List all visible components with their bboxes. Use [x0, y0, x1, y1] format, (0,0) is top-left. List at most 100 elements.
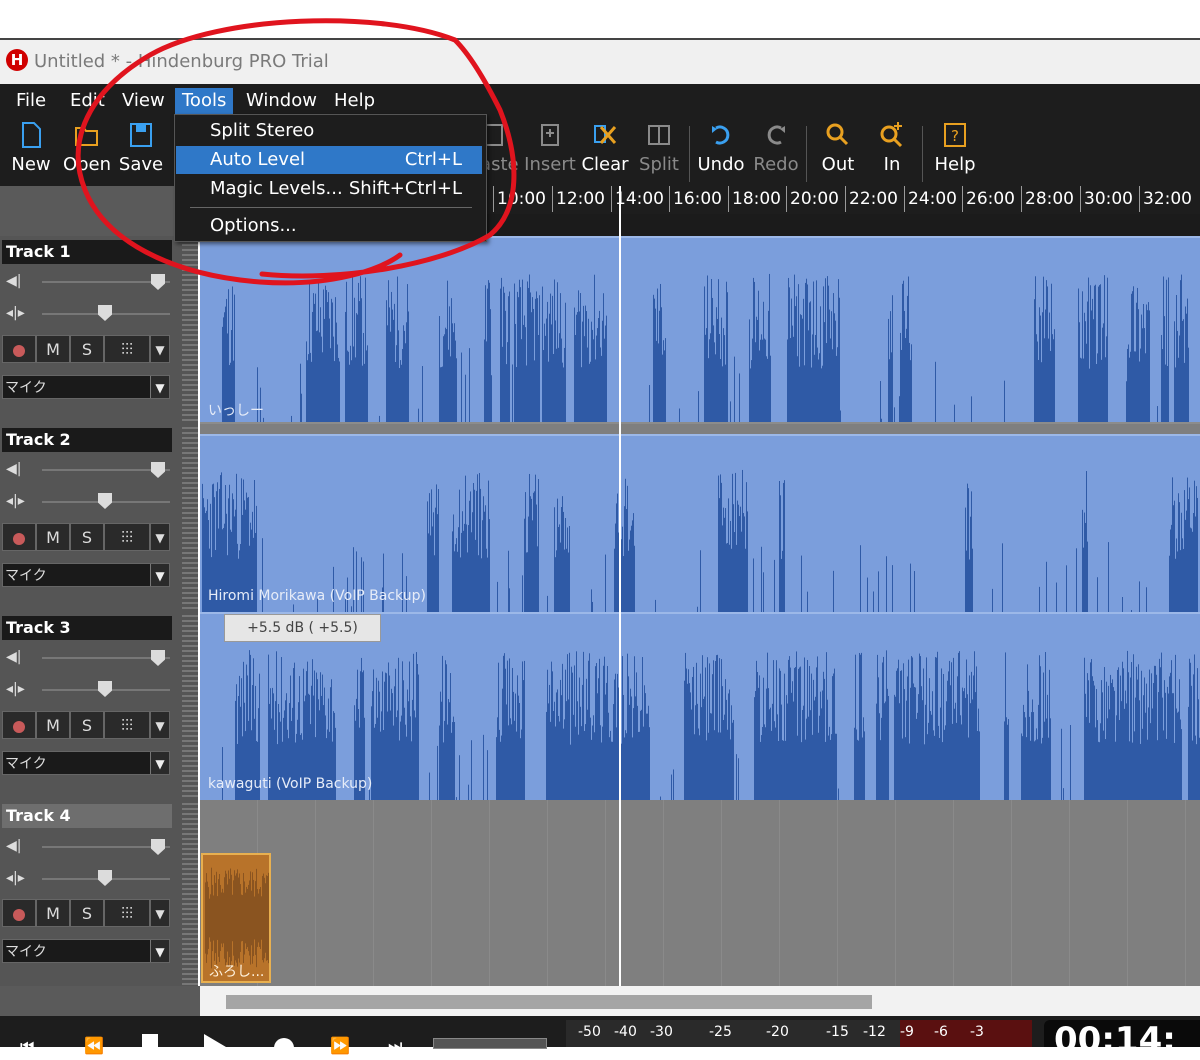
volume-slider[interactable] — [42, 469, 170, 471]
track-4-input-select[interactable]: マイク ▼ — [2, 939, 170, 963]
insert-icon — [541, 124, 559, 146]
solo-button[interactable]: S — [70, 711, 104, 739]
menu-view[interactable]: View — [115, 88, 172, 114]
track-4-clip[interactable]: ふろし... — [201, 853, 271, 983]
timecode-display: 00:14: — [1044, 1020, 1200, 1047]
insert-button[interactable]: Insert — [524, 120, 576, 184]
menu-item-magic-levels[interactable]: Magic Levels... Shift+Ctrl+L — [176, 175, 482, 203]
chevron-down-icon[interactable]: ▼ — [150, 752, 169, 774]
ruler-corner — [0, 186, 200, 236]
scrollbar-thumb[interactable] — [226, 995, 872, 1009]
meter-scale-label: -6 — [934, 1024, 948, 1040]
volume-slider[interactable] — [42, 657, 170, 659]
menu-item-options[interactable]: Options... — [176, 212, 482, 240]
track-3-name[interactable]: Track 3 — [2, 616, 172, 640]
track-1-drag-handle[interactable] — [182, 236, 198, 424]
track-2-drag-handle[interactable] — [182, 424, 198, 612]
clip-label: Hiromi Morikawa (VoIP Backup) — [208, 588, 426, 604]
menu-file[interactable]: File — [9, 88, 53, 114]
fx-mixer-button[interactable]: ⫶⫶⫶ — [104, 523, 150, 551]
level-meter-red-zone — [900, 1020, 1032, 1047]
track-4-name[interactable]: Track 4 — [2, 804, 172, 828]
help-button[interactable]: ? Help — [930, 120, 980, 184]
track-menu-button[interactable]: ▼ — [150, 899, 170, 927]
ruler-tick: 28:00 — [1021, 186, 1074, 212]
mute-button[interactable]: M — [36, 523, 70, 551]
track-menu-button[interactable]: ▼ — [150, 711, 170, 739]
timecode-value: 00:14: — [1054, 1020, 1176, 1047]
track-2-clip[interactable]: Hiromi Morikawa (VoIP Backup) — [200, 434, 1200, 612]
meter-scale-label: -9 — [900, 1024, 914, 1040]
track-2-name[interactable]: Track 2 — [2, 428, 172, 452]
track-1-input-select[interactable]: マイク ▼ — [2, 375, 170, 399]
menu-edit[interactable]: Edit — [63, 88, 112, 114]
solo-button[interactable]: S — [70, 335, 104, 363]
menu-item-label: Magic Levels... — [210, 178, 343, 199]
track-3-drag-handle[interactable] — [182, 612, 198, 800]
folder-icon — [75, 127, 98, 146]
split-button[interactable]: Split — [636, 120, 682, 184]
redo-button[interactable]: Redo — [752, 120, 800, 184]
menu-window[interactable]: Window — [239, 88, 324, 114]
rewind-icon[interactable]: ⏪ — [84, 1036, 104, 1055]
input-value: マイク — [5, 756, 47, 772]
volume-slider[interactable] — [42, 281, 170, 283]
playhead[interactable] — [619, 186, 621, 986]
track-menu-button[interactable]: ▼ — [150, 523, 170, 551]
volume-slider[interactable] — [42, 846, 170, 848]
open-button[interactable]: Open — [62, 120, 112, 184]
menu-item-split-stereo[interactable]: Split Stereo — [176, 117, 482, 145]
menu-tools[interactable]: Tools — [175, 88, 234, 114]
mute-button[interactable]: M — [36, 899, 70, 927]
volume-icon: ◀| — [6, 838, 22, 854]
record-arm-button[interactable] — [2, 711, 36, 739]
undo-button[interactable]: Undo — [696, 120, 746, 184]
track-1-name[interactable]: Track 1 — [2, 240, 172, 264]
menu-help[interactable]: Help — [327, 88, 382, 114]
chevron-down-icon[interactable]: ▼ — [150, 940, 169, 962]
save-button[interactable]: Save — [118, 120, 164, 184]
meter-scale-label: -3 — [970, 1024, 984, 1040]
track-4-drag-handle[interactable] — [182, 800, 198, 986]
menu-item-auto-level[interactable]: Auto Level Ctrl+L — [176, 146, 482, 174]
track-2-waveform — [202, 469, 1198, 612]
track-2-input-select[interactable]: マイク ▼ — [2, 563, 170, 587]
zoom-in-button[interactable]: In — [868, 120, 916, 184]
insert-label: Insert — [524, 154, 576, 175]
transport-speed-control[interactable] — [433, 1038, 547, 1049]
fx-mixer-button[interactable]: ⫶⫶⫶ — [104, 711, 150, 739]
skip-to-end-icon[interactable]: ⏭ — [388, 1036, 402, 1056]
save-label: Save — [118, 154, 164, 175]
fx-mixer-button[interactable]: ⫶⫶⫶ — [104, 899, 150, 927]
zoom-out-button[interactable]: Out — [814, 120, 862, 184]
mute-button[interactable]: M — [36, 335, 70, 363]
open-label: Open — [62, 154, 112, 175]
new-button[interactable]: New — [8, 120, 54, 184]
solo-button[interactable]: S — [70, 899, 104, 927]
chevron-down-icon[interactable]: ▼ — [150, 564, 169, 586]
waveform-bars — [205, 867, 269, 969]
record-arm-button[interactable] — [2, 335, 36, 363]
help-icon: ? — [944, 123, 966, 147]
ruler-tick: 16:00 — [669, 186, 722, 212]
record-arm-button[interactable] — [2, 523, 36, 551]
fast-forward-icon[interactable]: ⏩ — [330, 1036, 350, 1055]
stop-icon[interactable] — [142, 1034, 158, 1048]
track-4-lane[interactable] — [200, 800, 1200, 986]
clear-button[interactable]: Clear — [580, 120, 630, 184]
track-1-clip[interactable]: いっしー — [200, 236, 1200, 424]
track-3-input-select[interactable]: マイク ▼ — [2, 751, 170, 775]
solo-button[interactable]: S — [70, 523, 104, 551]
play-icon[interactable] — [204, 1034, 226, 1060]
pan-icon: ◂|▸ — [6, 493, 25, 509]
fx-mixer-button[interactable]: ⫶⫶⫶ — [104, 335, 150, 363]
record-arm-button[interactable] — [2, 899, 36, 927]
zoom-out-icon — [826, 123, 849, 146]
help-label: Help — [934, 154, 976, 175]
track-menu-button[interactable]: ▼ — [150, 335, 170, 363]
mute-button[interactable]: M — [36, 711, 70, 739]
chevron-down-icon[interactable]: ▼ — [150, 376, 169, 398]
menu-item-shortcut: Shift+Ctrl+L — [348, 178, 462, 199]
skip-to-start-icon[interactable]: ⏮ — [20, 1036, 34, 1056]
record-transport-icon[interactable] — [274, 1038, 294, 1058]
